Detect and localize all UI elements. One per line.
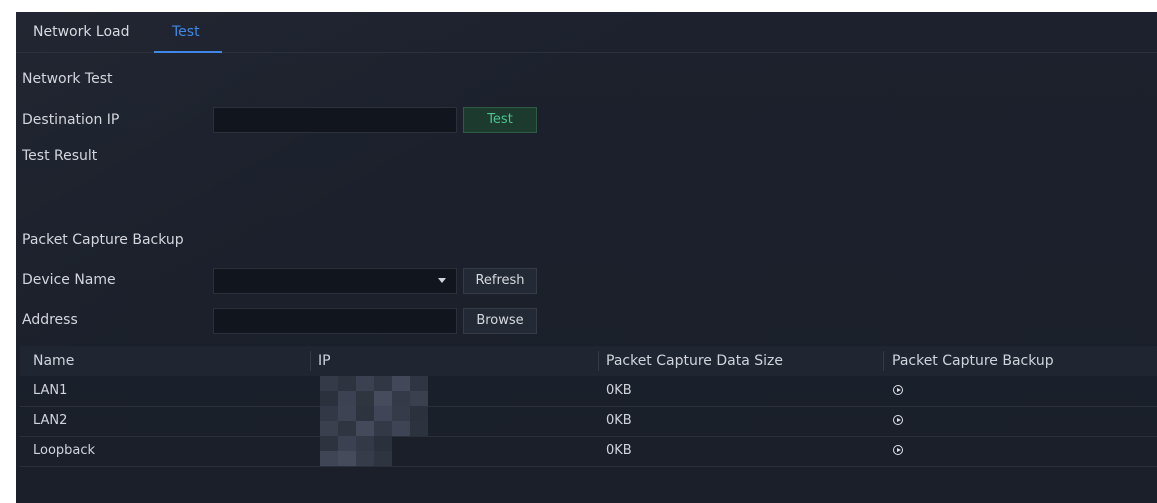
- play-circle-icon[interactable]: [893, 385, 903, 395]
- column-ip-header: IP: [318, 353, 331, 369]
- column-size-header: Packet Capture Data Size: [606, 353, 783, 369]
- row-name: LAN1: [33, 383, 68, 398]
- test-result-label: Test Result: [22, 148, 98, 164]
- tab-bar: Network Load Test: [16, 12, 1157, 53]
- tab-test[interactable]: Test: [172, 24, 200, 40]
- refresh-button[interactable]: Refresh: [463, 268, 537, 294]
- device-name-select[interactable]: [213, 268, 457, 294]
- packet-capture-title: Packet Capture Backup: [22, 232, 184, 248]
- browse-button[interactable]: Browse: [463, 308, 537, 334]
- row-name: Loopback: [33, 443, 96, 458]
- column-divider: [598, 351, 599, 371]
- column-name-header: Name: [33, 353, 75, 369]
- play-circle-icon[interactable]: [893, 445, 903, 455]
- play-circle-icon[interactable]: [893, 415, 903, 425]
- network-test-title: Network Test: [22, 71, 113, 87]
- device-name-label: Device Name: [22, 272, 116, 288]
- destination-ip-label: Destination IP: [22, 112, 120, 128]
- column-divider: [883, 351, 884, 371]
- address-label: Address: [22, 312, 78, 328]
- table-header: Name IP Packet Capture Data Size Packet …: [20, 346, 1157, 376]
- row-size: 0KB: [606, 383, 632, 398]
- active-tab-indicator: [154, 51, 222, 53]
- column-backup-header: Packet Capture Backup: [892, 353, 1054, 369]
- test-button[interactable]: Test: [463, 107, 537, 133]
- column-divider: [310, 351, 311, 371]
- row-size: 0KB: [606, 413, 632, 428]
- tab-network-load[interactable]: Network Load: [33, 24, 130, 40]
- table-row[interactable]: LAN2 0KB: [20, 406, 1157, 437]
- destination-ip-input[interactable]: [213, 107, 457, 133]
- table-row[interactable]: Loopback 0KB: [20, 436, 1157, 467]
- chevron-down-icon: [438, 278, 446, 283]
- address-input[interactable]: [213, 308, 457, 334]
- row-name: LAN2: [33, 413, 68, 428]
- network-settings-panel: Network Load Test Network Test Destinati…: [16, 12, 1157, 503]
- table-row[interactable]: LAN1 0KB: [20, 376, 1157, 407]
- row-size: 0KB: [606, 443, 632, 458]
